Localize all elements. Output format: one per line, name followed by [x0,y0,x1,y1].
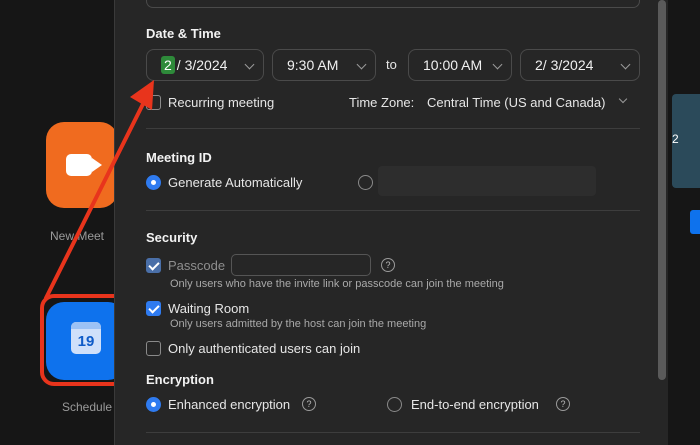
annotation-arrow-icon [44,80,154,300]
